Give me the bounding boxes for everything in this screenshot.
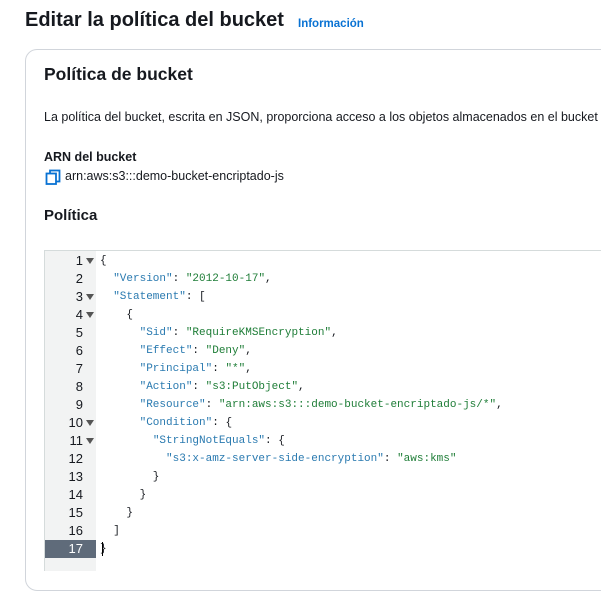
code-line: 4 { (45, 306, 601, 324)
json-value: "arn:aws:s3:::demo-bucket-encriptado-js/… (218, 399, 497, 411)
code-text: "Statement": [ (113, 291, 206, 303)
code-line: 14 } (45, 486, 601, 504)
section-title: Política de bucket (44, 64, 193, 84)
code-line: 10 "Condition": { (45, 414, 601, 432)
fold-toggle-icon[interactable] (86, 420, 94, 426)
code-line: 1{ (45, 252, 601, 270)
code-line: 8 "Action": "s3:PutObject", (45, 378, 601, 396)
arn-value: arn:aws:s3:::demo-bucket-encriptado-js (65, 169, 284, 183)
json-key: "Statement" (113, 291, 186, 303)
section-description: La política del bucket, escrita en JSON,… (44, 110, 598, 124)
json-value: "aws:kms" (397, 453, 457, 465)
line-number: 7 (75, 361, 83, 376)
code-text: "Condition": { (139, 417, 233, 429)
code-line: 7 "Principal": "*", (45, 360, 601, 378)
code-text: "s3:x-amz-server-side-encryption": "aws:… (166, 453, 457, 465)
json-value: "Deny" (205, 345, 246, 357)
code-text: { (100, 309, 134, 321)
line-number: 15 (68, 505, 83, 520)
code-line: 16 ] (45, 522, 601, 540)
fold-toggle-icon[interactable] (86, 312, 94, 318)
code-text: "Action": "s3:PutObject", (139, 381, 305, 393)
policy-title: Política (44, 207, 98, 224)
code-line: 13 } (45, 468, 601, 486)
json-key: "Sid" (139, 327, 173, 339)
json-key: "Version" (113, 273, 173, 285)
arn-label: ARN del bucket (44, 150, 137, 164)
code-line: 15 } (45, 504, 601, 522)
json-key: "StringNotEquals" (152, 435, 266, 447)
code-text: "Principal": "*", (139, 363, 252, 375)
line-number: 17 (45, 540, 96, 558)
fold-toggle-icon[interactable] (86, 294, 94, 300)
json-key: "s3:x-amz-server-side-encryption" (166, 453, 384, 465)
code-line: 2 "Version": "2012-10-17", (45, 270, 601, 288)
line-number: 2 (75, 271, 83, 286)
line-number: 4 (75, 307, 83, 322)
code-text: } (100, 507, 134, 519)
line-number: 11 (69, 433, 84, 448)
json-value: "2012-10-17" (185, 273, 266, 285)
fold-toggle-icon[interactable] (86, 438, 94, 444)
code-line: 11 "StringNotEquals": { (45, 432, 601, 450)
json-key: "Condition" (139, 417, 213, 429)
copy-icon[interactable] (45, 169, 61, 185)
code-text: } (100, 471, 160, 483)
code-text: ] (100, 525, 120, 537)
line-number: 14 (68, 487, 83, 502)
line-number: 5 (75, 325, 83, 340)
page-title: Editar la política del bucket (25, 9, 284, 31)
json-value: "s3:PutObject" (205, 381, 299, 393)
json-key: "Resource" (139, 399, 206, 411)
line-number: 10 (68, 415, 83, 430)
line-number: 16 (68, 523, 83, 538)
line-number: 6 (75, 343, 83, 358)
code-text: } (100, 543, 107, 555)
code-line: 5 "Sid": "RequireKMSEncryption", (45, 324, 601, 342)
code-text: } (100, 489, 147, 501)
line-number: 9 (75, 397, 83, 412)
code-text: "Effect": "Deny", (139, 345, 252, 357)
json-value: "*" (225, 363, 246, 375)
code-line: 9 "Resource": "arn:aws:s3:::demo-bucket-… (45, 396, 601, 414)
info-link[interactable]: Información (298, 18, 364, 30)
code-text: "Sid": "RequireKMSEncryption", (139, 327, 338, 339)
code-text: { (100, 255, 107, 267)
code-text: "Resource": "arn:aws:s3:::demo-bucket-en… (139, 399, 503, 411)
code-line: 3 "Statement": [ (45, 288, 601, 306)
line-number: 12 (68, 451, 83, 466)
text-cursor (102, 542, 103, 556)
code-line: 17} (45, 540, 601, 558)
code-text: "StringNotEquals": { (152, 435, 285, 447)
json-key: "Action" (139, 381, 193, 393)
fold-toggle-icon[interactable] (86, 258, 94, 264)
policy-code-editor[interactable]: 1{2 "Version": "2012-10-17", 3 "Statement… (44, 250, 601, 571)
code-line: 6 "Effect": "Deny", (45, 342, 601, 360)
code-line: 12 "s3:x-amz-server-side-encryption": "a… (45, 450, 601, 468)
line-number: 8 (75, 379, 83, 394)
json-key: "Effect" (139, 345, 193, 357)
code-text: "Version": "2012-10-17", (113, 273, 272, 285)
line-number: 13 (68, 469, 83, 484)
line-number: 3 (75, 289, 83, 304)
json-key: "Principal" (139, 363, 213, 375)
line-number: 1 (75, 253, 83, 268)
json-value: "RequireKMSEncryption" (185, 327, 332, 339)
